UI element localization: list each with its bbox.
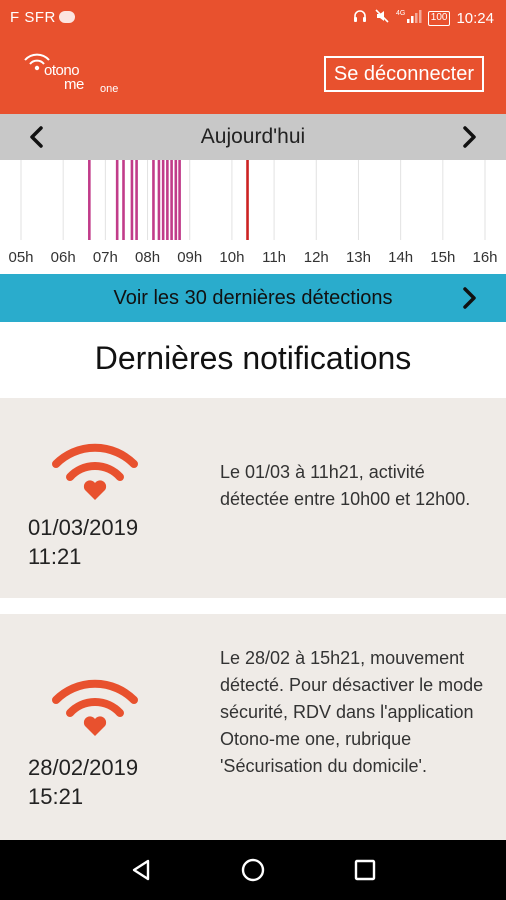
wifi-heart-icon: [52, 679, 138, 736]
notification-time: 15:21: [28, 784, 84, 809]
timeline-hour-label: 05h: [8, 249, 34, 266]
timeline-hour-label: 08h: [135, 249, 161, 266]
notification-datetime: 01/03/2019 11:21: [28, 513, 178, 571]
notification-time: 11:21: [28, 544, 82, 569]
status-bar: F SFR 4G 100 10:24: [0, 0, 506, 34]
chevron-right-icon: [456, 285, 482, 311]
notification-date: 01/03/2019: [28, 515, 139, 540]
timeline-event-mark: [166, 160, 169, 240]
otonome-logo: otono me one: [22, 50, 132, 104]
timeline-hour-label: 11h: [262, 249, 287, 266]
activity-timeline: 05h 06h 07h 08h 09h 10h 11h 12h 13h 14h 15h 16h: [0, 160, 506, 270]
mute-icon: [374, 8, 390, 28]
battery-level: 100: [430, 12, 448, 23]
timeline-hour-label: 07h: [92, 249, 118, 266]
battery-icon: 100: [427, 10, 451, 26]
timeline-event-mark: [115, 160, 119, 240]
signal-icon: 4G: [396, 8, 422, 28]
timeline-hour-label: 13h: [345, 249, 371, 266]
clock: 10:24: [456, 9, 494, 27]
detections-label: Voir les 30 dernières détections: [113, 287, 393, 309]
back-triangle-icon[interactable]: [128, 857, 154, 883]
day-title: Aujourd'hui: [200, 125, 306, 148]
notifications-title: Dernières notifications: [94, 340, 412, 376]
timeline-event-mark: [246, 160, 249, 240]
timeline-event-mark: [152, 160, 155, 240]
logout-button[interactable]: Se déconnecter: [323, 56, 484, 92]
notification-date: 28/02/2019: [28, 755, 139, 780]
wifi-heart-icon: [52, 443, 138, 500]
android-nav-bar: [0, 840, 506, 900]
svg-text:4G: 4G: [396, 10, 405, 17]
carrier-badge-icon: [58, 11, 75, 23]
app-header: otono me one Se déconnecter: [0, 34, 506, 114]
timeline-hour-label: 16h: [472, 249, 498, 266]
carrier-text: F SFR: [10, 9, 56, 26]
notification-message: Le 01/03 à 11h21, activité détectée entr…: [220, 462, 471, 509]
timeline-hour-label: 12h: [303, 249, 329, 266]
timeline-hour-label: 06h: [50, 249, 76, 266]
notification-message: Le 28/02 à 15h21, mouvement détecté. Pou…: [220, 648, 484, 776]
timeline-hour-label: 15h: [430, 249, 456, 266]
timeline-event-mark: [122, 160, 125, 240]
timeline-event-mark: [170, 160, 173, 240]
chevron-right-icon[interactable]: [456, 124, 482, 150]
notification-card[interactable]: 01/03/2019 11:21 Le 01/03 à 11h21, activ…: [0, 398, 506, 598]
timeline-event-mark: [161, 160, 165, 240]
day-navigation: Aujourd'hui: [0, 114, 506, 160]
logo-line2: me: [64, 76, 84, 93]
carrier-label: F SFR: [10, 9, 75, 26]
timeline-event-mark: [157, 160, 161, 240]
notification-card[interactable]: 28/02/2019 15:21 Le 28/02 à 15h21, mouve…: [0, 614, 506, 844]
timeline-chart: [20, 160, 486, 240]
timeline-event-mark: [135, 160, 138, 240]
home-circle-icon[interactable]: [240, 857, 266, 883]
detections-link[interactable]: Voir les 30 dernières détections: [0, 274, 506, 322]
timeline-hour-label: 10h: [219, 249, 245, 266]
timeline-event-mark: [88, 160, 91, 240]
timeline-event-mark: [174, 160, 178, 240]
timeline-event-mark: [130, 160, 134, 240]
timeline-event-mark: [178, 160, 181, 240]
logo-line3: one: [100, 83, 119, 95]
recents-square-icon[interactable]: [352, 857, 378, 883]
notification-datetime: 28/02/2019 15:21: [28, 753, 178, 811]
headset-icon: [352, 8, 368, 28]
timeline-hour-label: 09h: [177, 249, 203, 266]
timeline-hour-label: 14h: [388, 249, 414, 266]
